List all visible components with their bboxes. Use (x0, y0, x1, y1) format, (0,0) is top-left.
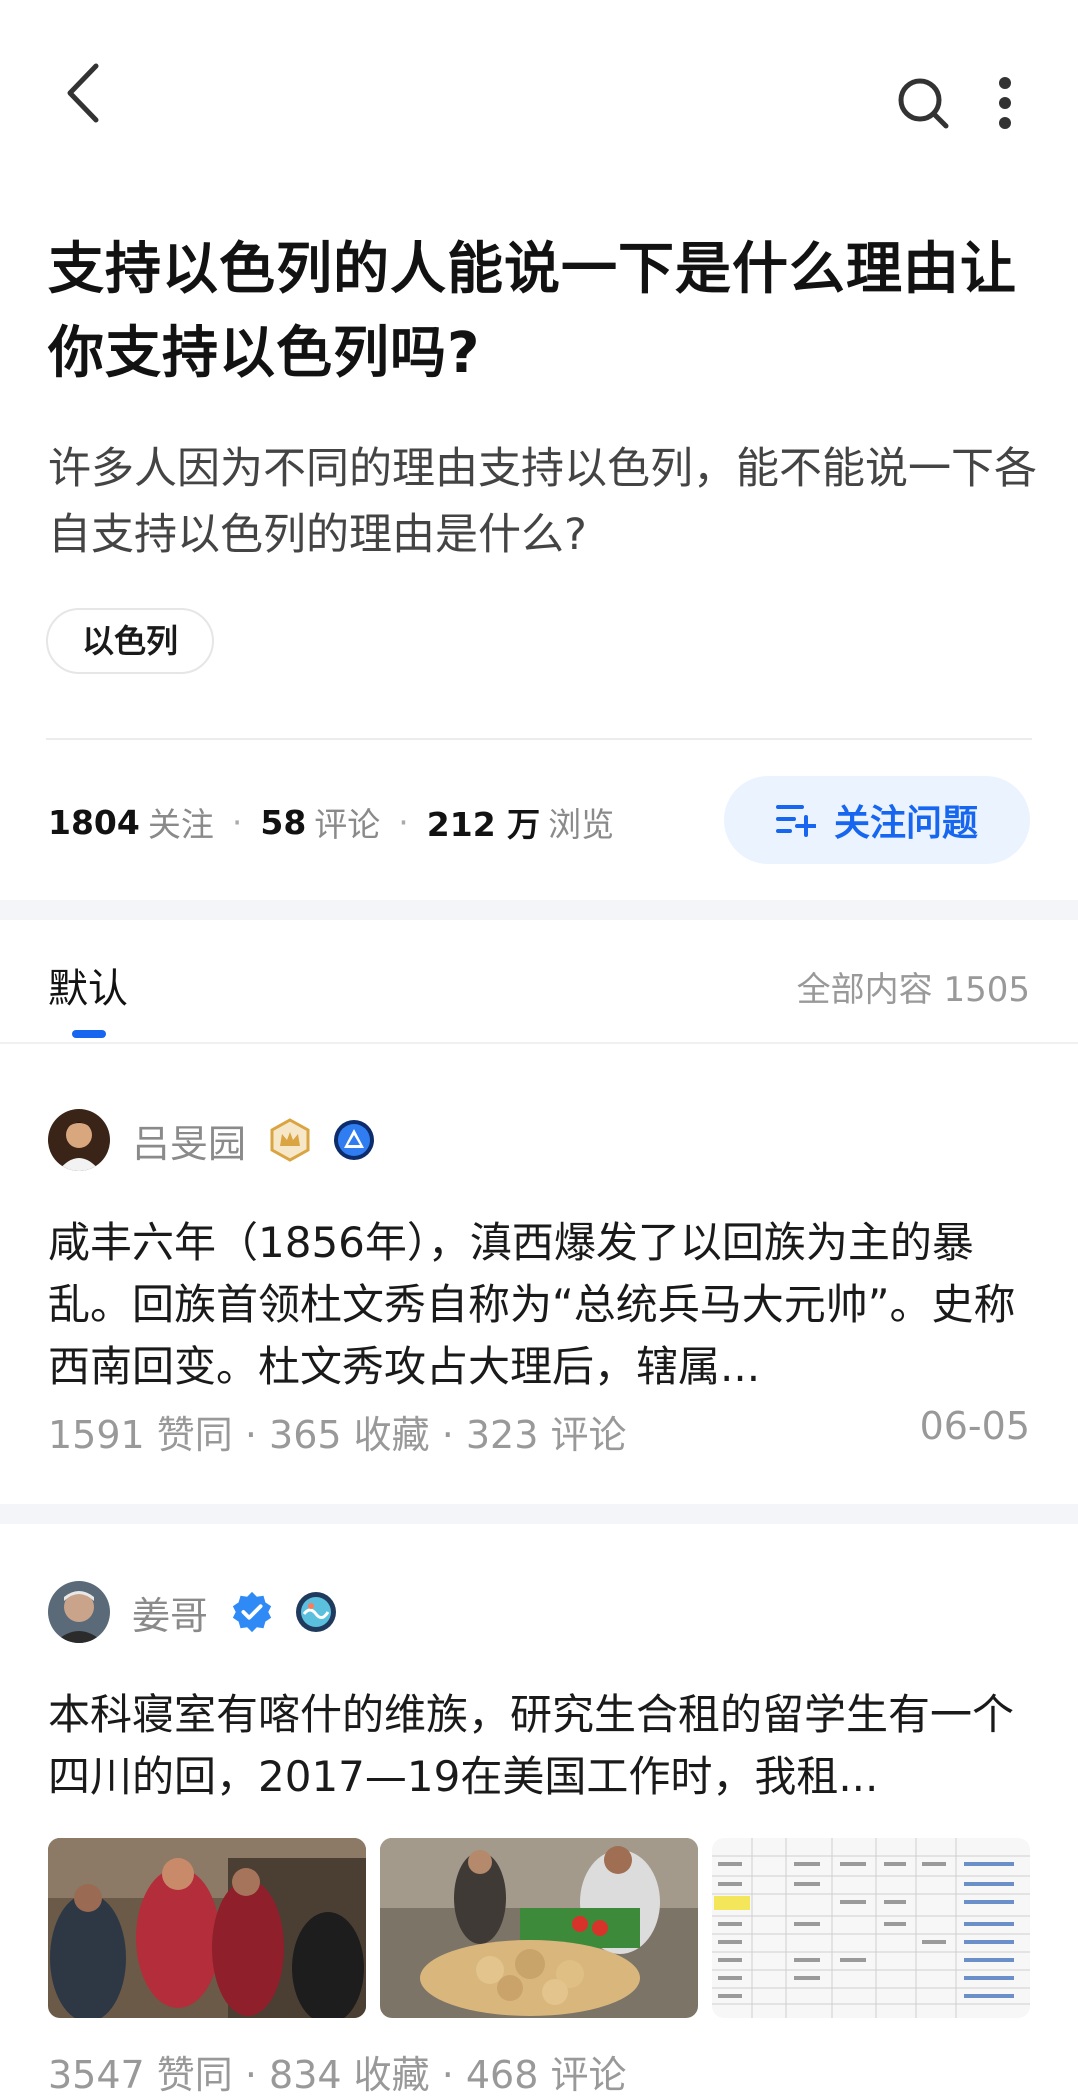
question-description: 许多人因为不同的理由支持以色列，能不能说一下各自支持以色列的理由是什么? (48, 444, 1037, 560)
views-count: 212 万 (426, 805, 541, 844)
follow-question-label: 关注问题 (833, 803, 978, 844)
answer-date: 06-05 (919, 1404, 1030, 1448)
verified-badge-icon (230, 1590, 274, 1634)
top-bar (0, 0, 1078, 200)
section-separator (0, 900, 1078, 920)
answer-author[interactable]: 吕旻园 (48, 1108, 396, 1172)
active-tab-indicator (72, 1030, 106, 1038)
answer-excerpt[interactable]: 本科寝室有喀什的维族，研究生合租的留学生有一个四川的回，2017—19在美国工作… (48, 1684, 1038, 1808)
answer-stats: 3547 赞同 · 834 收藏 · 468 评论 (48, 2053, 627, 2097)
followers-count: 1804 (48, 802, 140, 842)
question-stats: 1804 关注 · 58 评论 · 212 万 浏览 (48, 790, 614, 854)
answer-image[interactable] (48, 1838, 366, 2018)
views-label: 浏览 (548, 805, 615, 844)
author-name[interactable]: 姜哥 (132, 1585, 208, 1640)
topic-tag[interactable]: 以色列 (46, 608, 215, 674)
more-button[interactable] (980, 68, 1030, 138)
divider (46, 738, 1032, 740)
answer-stats: 1591 赞同 · 365 收藏 · 323 评论 (48, 1413, 627, 1457)
answer-meta: 3547 赞同 · 834 收藏 · 468 评论 (48, 2044, 1030, 2098)
separator-dot: · (398, 802, 409, 842)
answer-author[interactable]: 姜哥 (48, 1580, 358, 1644)
question-title: 支持以色列的人能说一下是什么理由让你支持以色列吗? (48, 237, 1017, 386)
avatar[interactable] (48, 1581, 110, 1643)
answer-excerpt[interactable]: 咸丰六年（1856年），滇西爆发了以回族为主的暴乱。回族首领杜文秀自称为“总统兵… (48, 1212, 1038, 1398)
sort-tabs: 默认 全部内容 1505 (0, 920, 1078, 1044)
answer-image[interactable] (380, 1838, 698, 2018)
author-name[interactable]: 吕旻园 (132, 1113, 246, 1168)
followers-label: 关注 (147, 805, 214, 844)
answer-image[interactable] (712, 1838, 1030, 2018)
more-vertical-icon (999, 77, 1011, 129)
topic-badge-icon (294, 1590, 338, 1634)
level-badge-icon (332, 1118, 376, 1162)
search-icon (898, 78, 949, 129)
back-button[interactable] (52, 58, 112, 128)
search-button[interactable] (888, 68, 958, 138)
answer-card[interactable]: 吕旻园 咸丰六年（1856年），滇西爆发了以回族为主的暴乱。回族首领杜文秀自称为… (0, 1044, 1078, 1504)
comments-label[interactable]: 评论 (314, 798, 380, 846)
avatar[interactable] (48, 1109, 110, 1171)
follow-question-button[interactable]: 关注问题 (724, 776, 1030, 864)
total-content-count[interactable]: 全部内容 1505 (797, 962, 1030, 1011)
answer-image-row (48, 1838, 1030, 2018)
answer-meta: 1591 赞同 · 365 收藏 · 323 评论 06-05 (48, 1404, 1030, 1459)
chevron-left-icon (67, 63, 99, 123)
tab-default[interactable]: 默认 (48, 956, 128, 1014)
comments-count: 58 (260, 802, 307, 842)
section-separator (0, 1504, 1078, 1524)
add-list-icon (775, 805, 816, 837)
crown-badge-icon (268, 1118, 312, 1162)
separator-dot: · (231, 802, 243, 842)
